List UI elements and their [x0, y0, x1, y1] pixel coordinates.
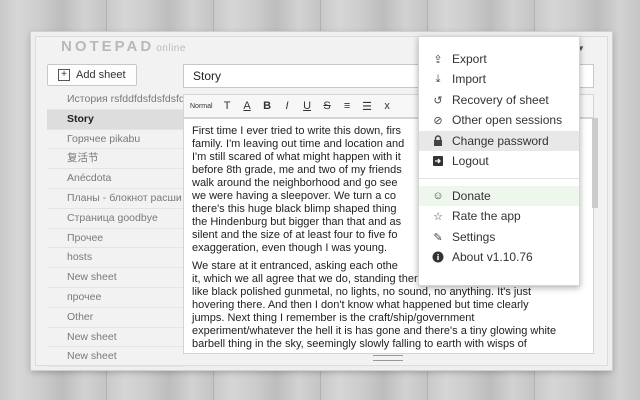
menu-item-settings[interactable]: ✎ Settings: [419, 227, 579, 247]
bullet-list-icon[interactable]: ☰: [362, 100, 373, 113]
app-logo: NOTEPAD online: [61, 38, 186, 55]
sheet-list-item[interactable]: New sheet: [47, 328, 183, 348]
line: I'm still scared of what might happen wi…: [192, 151, 401, 163]
sheet-list-item[interactable]: Other: [47, 308, 183, 328]
add-sheet-button[interactable]: + Add sheet: [47, 64, 137, 86]
sheet-list-item[interactable]: Планы - блокнот расши: [47, 189, 183, 209]
line: exaggeration, even though I was young.: [192, 242, 388, 254]
line: First time I ever tried to write this do…: [192, 125, 402, 137]
menu-item-logout[interactable]: Logout: [419, 151, 579, 171]
logo-main: NOTEPAD: [61, 38, 155, 55]
menu-item-donate[interactable]: ☺ Donate: [419, 186, 579, 206]
editor-scrollbar[interactable]: [592, 118, 598, 208]
donate-icon: ☺: [432, 190, 444, 202]
add-sheet-label: Add sheet: [76, 69, 126, 81]
menu-item-label: About v1.10.76: [452, 250, 533, 264]
line: the Hindenburg but bigger than that and …: [192, 216, 402, 228]
strikethrough-icon[interactable]: S: [322, 100, 333, 112]
line: jumps. Next thing I remember is the craf…: [192, 312, 475, 324]
italic-icon[interactable]: I: [282, 100, 293, 112]
menu-item-export[interactable]: ⇪ Export: [419, 49, 579, 69]
menu-item-label: Donate: [452, 189, 491, 203]
sheet-list-item[interactable]: Прочее: [47, 229, 183, 249]
plus-icon: +: [58, 69, 70, 81]
line: family. I'm leaving out time and locatio…: [192, 138, 405, 150]
format-select[interactable]: Normal: [190, 103, 213, 110]
logout-icon: [432, 155, 444, 167]
menu-item-label: Export: [452, 52, 487, 66]
sheet-list-item[interactable]: История rsfddfdsfdsfdsfd: [47, 90, 183, 110]
paperclip-icon: ⊘: [433, 114, 443, 127]
sheet-list-item[interactable]: New sheet: [47, 268, 183, 288]
line: walk around the neighborhood and go see: [192, 177, 398, 189]
export-icon: ⇪: [433, 53, 443, 66]
sheet-list-item[interactable]: Страница goodbye: [47, 209, 183, 229]
sheet-list-item[interactable]: hosts: [47, 248, 183, 269]
line: We stare at it entranced, asking each ot…: [192, 260, 398, 272]
line: barbell thing in the sky, seemingly slow…: [192, 338, 527, 350]
sheet-list: История rsfddfdsfdsfdsfd Story Горячее p…: [47, 90, 183, 368]
line: silent and the size of at least four to …: [192, 229, 398, 241]
line: experiment/whatever the hell it is has g…: [192, 325, 557, 337]
wrench-icon: ✎: [433, 231, 443, 244]
sheet-list-item[interactable]: Горячее pikabu: [47, 130, 183, 150]
info-icon: [432, 251, 444, 263]
import-icon: ⤓: [435, 72, 441, 85]
sheet-list-item[interactable]: прочее: [47, 288, 183, 308]
history-icon: ↺: [433, 94, 443, 107]
line: we were having a sleepover. We turn a co: [192, 190, 397, 202]
menu-item-label: Recovery of sheet: [452, 93, 549, 107]
menu-divider: [419, 178, 579, 179]
menu-item-label: Settings: [452, 230, 496, 244]
clear-format-icon[interactable]: x: [382, 100, 393, 112]
menu-item-label: Other open sessions: [452, 113, 563, 127]
line: there's this huge black blimp shaped thi…: [192, 203, 397, 215]
menu-item-about[interactable]: About v1.10.76: [419, 247, 579, 267]
menu-item-label: Change password: [452, 134, 549, 148]
sheet-list-item[interactable]: 复活节: [47, 149, 183, 170]
menu-item-change-password[interactable]: Change password: [419, 131, 579, 151]
menu-item-rate[interactable]: ☆ Rate the app: [419, 206, 579, 226]
menu-item-recovery[interactable]: ↺ Recovery of sheet: [419, 90, 579, 110]
resize-handle[interactable]: [373, 355, 403, 361]
underline-icon[interactable]: U: [302, 100, 313, 112]
menu-item-label: Rate the app: [452, 209, 521, 223]
sheet-list-item[interactable]: New sheet: [47, 347, 183, 368]
menu-item-label: Import: [452, 72, 487, 86]
menu-item-import[interactable]: ⤓ Import: [419, 69, 579, 89]
line: like black polished gunmetal, no lights,…: [192, 286, 532, 298]
star-icon: ☆: [433, 210, 443, 223]
logo-sub: online: [156, 43, 186, 54]
sheet-list-item-active[interactable]: Story: [47, 109, 183, 130]
menu-item-sessions[interactable]: ⊘ Other open sessions: [419, 110, 579, 130]
text-color-icon[interactable]: A: [242, 100, 253, 112]
sheet-list-item[interactable]: Anécdota: [47, 169, 183, 189]
bold-icon[interactable]: B: [262, 100, 273, 112]
line: before 8th grade, me and two of my frien…: [192, 164, 402, 176]
lock-icon: [432, 135, 444, 147]
ordered-list-icon[interactable]: ≡: [342, 100, 353, 112]
line: hovering there. And then I don't know wh…: [192, 299, 529, 311]
menu-item-label: Logout: [452, 154, 489, 168]
text-size-icon[interactable]: T: [222, 100, 233, 112]
dropdown-menu: ⇪ Export ⤓ Import ↺ Recovery of sheet ⊘ …: [418, 36, 580, 286]
